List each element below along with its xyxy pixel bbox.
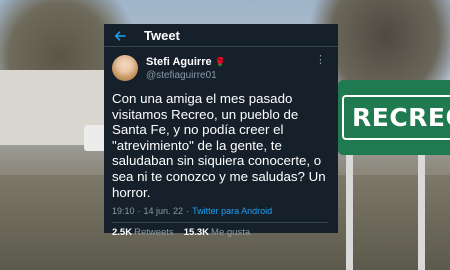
tweet-meta: 19:10 · 14 jun. 22 · Twitter para Androi… bbox=[104, 200, 338, 216]
tweet-date: 14 jun. 22 bbox=[143, 206, 184, 217]
parked-car bbox=[84, 125, 106, 151]
town-sign-text: RECREO bbox=[342, 95, 450, 140]
meta-separator: · bbox=[137, 206, 141, 217]
tweet-stats: 2.5K Retweets 15.3K Me gusta bbox=[104, 223, 338, 238]
more-options-icon[interactable]: ⋮ bbox=[315, 55, 326, 66]
retweets-label: Retweets bbox=[134, 227, 174, 239]
tweet-text: Con una amiga el mes pasado visitamos Re… bbox=[112, 91, 326, 200]
arrow-left-icon[interactable] bbox=[114, 29, 126, 41]
avatar[interactable] bbox=[112, 55, 138, 81]
author-names: Stefi Aguirre 🌹 @stefiaguirre01 bbox=[146, 55, 226, 83]
meta-separator-2: · bbox=[186, 206, 190, 217]
page-title: Tweet bbox=[144, 27, 180, 43]
tweet-author: Stefi Aguirre 🌹 @stefiaguirre01 ⋮ bbox=[104, 47, 338, 83]
tweet-card: Tweet Stefi Aguirre 🌹 @stefiaguirre01 ⋮ … bbox=[104, 24, 338, 238]
tweet-time: 19:10 bbox=[112, 206, 135, 217]
author-display-name[interactable]: Stefi Aguirre bbox=[146, 55, 212, 69]
tweet-source-link[interactable]: Twitter para Android bbox=[192, 206, 272, 216]
town-sign: RECREO bbox=[338, 80, 450, 155]
likes-count: 15.3K bbox=[183, 227, 210, 239]
tweet-topbar: Tweet bbox=[104, 24, 338, 47]
retweets-count: 2.5K bbox=[112, 227, 133, 239]
likes-label: Me gusta bbox=[211, 227, 251, 239]
author-handle[interactable]: @stefiaguirre01 bbox=[146, 69, 226, 83]
rose-icon: 🌹 bbox=[214, 57, 226, 67]
retweets-stat[interactable]: 2.5K Retweets bbox=[112, 227, 174, 238]
likes-stat[interactable]: 15.3K Me gusta bbox=[184, 227, 250, 238]
